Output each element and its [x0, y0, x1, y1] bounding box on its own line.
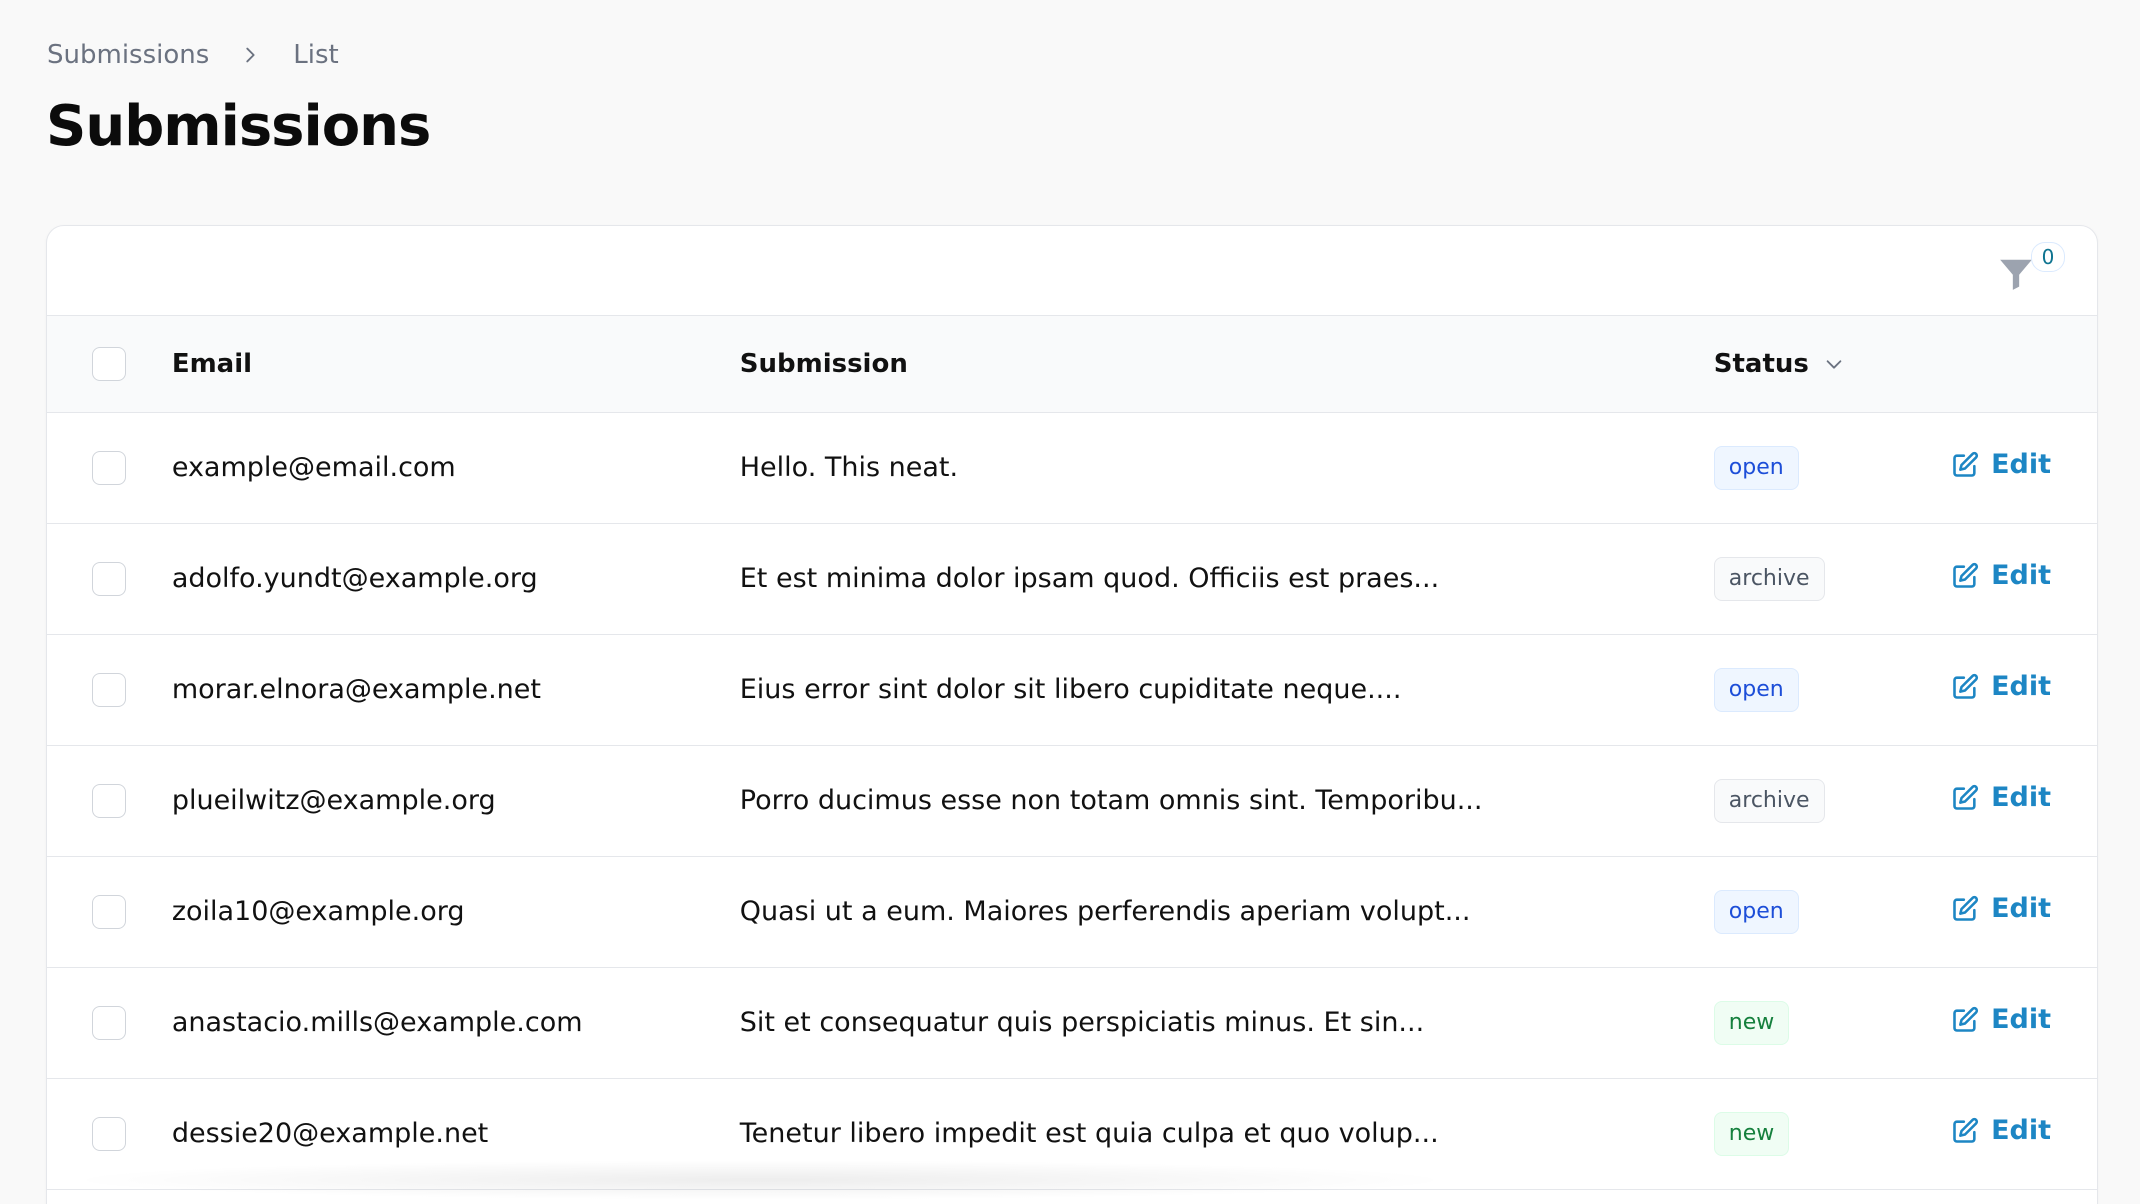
- column-header-status[interactable]: Status: [1714, 349, 1845, 379]
- edit-button-label: Edit: [1991, 449, 2051, 481]
- submissions-table-card: 0 Email Submission Status example@email.…: [46, 225, 2098, 1204]
- row-checkbox[interactable]: [92, 894, 126, 929]
- edit-button-label: Edit: [1991, 671, 2051, 703]
- funnel-icon: [2000, 259, 2032, 290]
- chevron-down-icon: [1826, 360, 1842, 369]
- status-badge: archive: [1713, 556, 1825, 601]
- row-submission: Sit et consequatur quis perspiciatis min…: [739, 1007, 1425, 1038]
- table-body: example@email.com Hello. This neat. open…: [47, 412, 2097, 1189]
- breadcrumb-item-list: List: [293, 40, 339, 70]
- row-submission: Quasi ut a eum. Maiores perferendis aper…: [739, 896, 1471, 927]
- row-checkbox[interactable]: [92, 1005, 126, 1040]
- table-row[interactable]: adolfo.yundt@example.org Et est minima d…: [47, 523, 2097, 634]
- column-header-submission[interactable]: Submission: [740, 316, 1714, 412]
- page: Submissions List Submissions 0 Email Sub…: [0, 0, 2140, 1204]
- row-checkbox[interactable]: [92, 450, 126, 485]
- row-checkbox[interactable]: [92, 783, 126, 818]
- pencil-square-icon: [1953, 895, 1979, 921]
- pencil-square-icon: [1953, 451, 1979, 477]
- column-header-actions: [1951, 316, 2097, 412]
- pencil-square-icon: [1953, 562, 1979, 588]
- status-badge: archive: [1713, 778, 1825, 823]
- row-email: morar.elnora@example.net: [171, 674, 541, 705]
- edit-button[interactable]: Edit: [1951, 893, 2051, 924]
- pencil-square-icon: [1953, 784, 1979, 810]
- table-row[interactable]: anastacio.mills@example.com Sit et conse…: [47, 967, 2097, 1078]
- row-submission: Hello. This neat.: [739, 452, 959, 483]
- breadcrumb: Submissions List: [47, 40, 339, 70]
- status-badge: open: [1713, 445, 1799, 490]
- table-row[interactable]: plueilwitz@example.org Porro ducimus ess…: [47, 745, 2097, 856]
- pencil-square-icon: [1953, 673, 1979, 699]
- table-row[interactable]: morar.elnora@example.net Eius error sint…: [47, 634, 2097, 745]
- edit-button[interactable]: Edit: [1951, 671, 2051, 702]
- edit-button[interactable]: Edit: [1951, 782, 2051, 813]
- edit-button[interactable]: Edit: [1951, 1004, 2051, 1035]
- status-badge: open: [1713, 667, 1799, 712]
- row-email: example@email.com: [171, 452, 456, 483]
- status-badge: new: [1713, 1000, 1790, 1045]
- filter-count-badge: 0: [2031, 242, 2065, 272]
- row-checkbox[interactable]: [92, 1116, 126, 1151]
- select-all-checkbox[interactable]: [92, 346, 126, 381]
- row-submission: Tenetur libero impedit est quia culpa et…: [739, 1118, 1439, 1149]
- table-row[interactable]: dessie20@example.net Tenetur libero impe…: [47, 1078, 2097, 1189]
- table-row[interactable]: zoila10@example.org Quasi ut a eum. Maio…: [47, 856, 2097, 967]
- breadcrumb-item-submissions[interactable]: Submissions: [47, 40, 209, 70]
- row-email: anastacio.mills@example.com: [171, 1007, 583, 1038]
- row-email: zoila10@example.org: [171, 896, 465, 927]
- edit-button-label: Edit: [1991, 560, 2051, 592]
- edit-button-label: Edit: [1991, 1115, 2051, 1147]
- row-email: plueilwitz@example.org: [171, 785, 496, 816]
- edit-button[interactable]: Edit: [1951, 1115, 2051, 1146]
- row-checkbox[interactable]: [92, 672, 126, 707]
- row-email: dessie20@example.net: [171, 1118, 489, 1149]
- edit-button-label: Edit: [1991, 893, 2051, 925]
- row-submission: Eius error sint dolor sit libero cupidit…: [739, 674, 1402, 705]
- edit-button-label: Edit: [1991, 782, 2051, 814]
- submissions-table: Email Submission Status example@email.co…: [47, 316, 2097, 1190]
- edit-button[interactable]: Edit: [1951, 449, 2051, 480]
- status-badge: new: [1713, 1111, 1790, 1156]
- table-row[interactable]: example@email.com Hello. This neat. open…: [47, 412, 2097, 523]
- column-header-email[interactable]: Email: [172, 316, 740, 412]
- edit-button-label: Edit: [1991, 1004, 2051, 1036]
- column-header-status-label: Status: [1713, 348, 1809, 379]
- pencil-square-icon: [1953, 1117, 1979, 1143]
- table-toolbar: 0: [47, 226, 2097, 316]
- edit-button[interactable]: Edit: [1951, 560, 2051, 591]
- chevron-right-icon: [239, 44, 261, 66]
- row-submission: Et est minima dolor ipsam quod. Officiis…: [739, 563, 1440, 594]
- status-badge: open: [1713, 889, 1799, 934]
- page-title: Submissions: [46, 94, 431, 159]
- row-checkbox[interactable]: [92, 561, 126, 596]
- pencil-square-icon: [1953, 1006, 1979, 1032]
- table-header-row: Email Submission Status: [47, 316, 2097, 412]
- row-email: adolfo.yundt@example.org: [171, 563, 538, 594]
- filter-button[interactable]: 0: [1997, 242, 2065, 298]
- row-submission: Porro ducimus esse non totam omnis sint.…: [739, 785, 1483, 816]
